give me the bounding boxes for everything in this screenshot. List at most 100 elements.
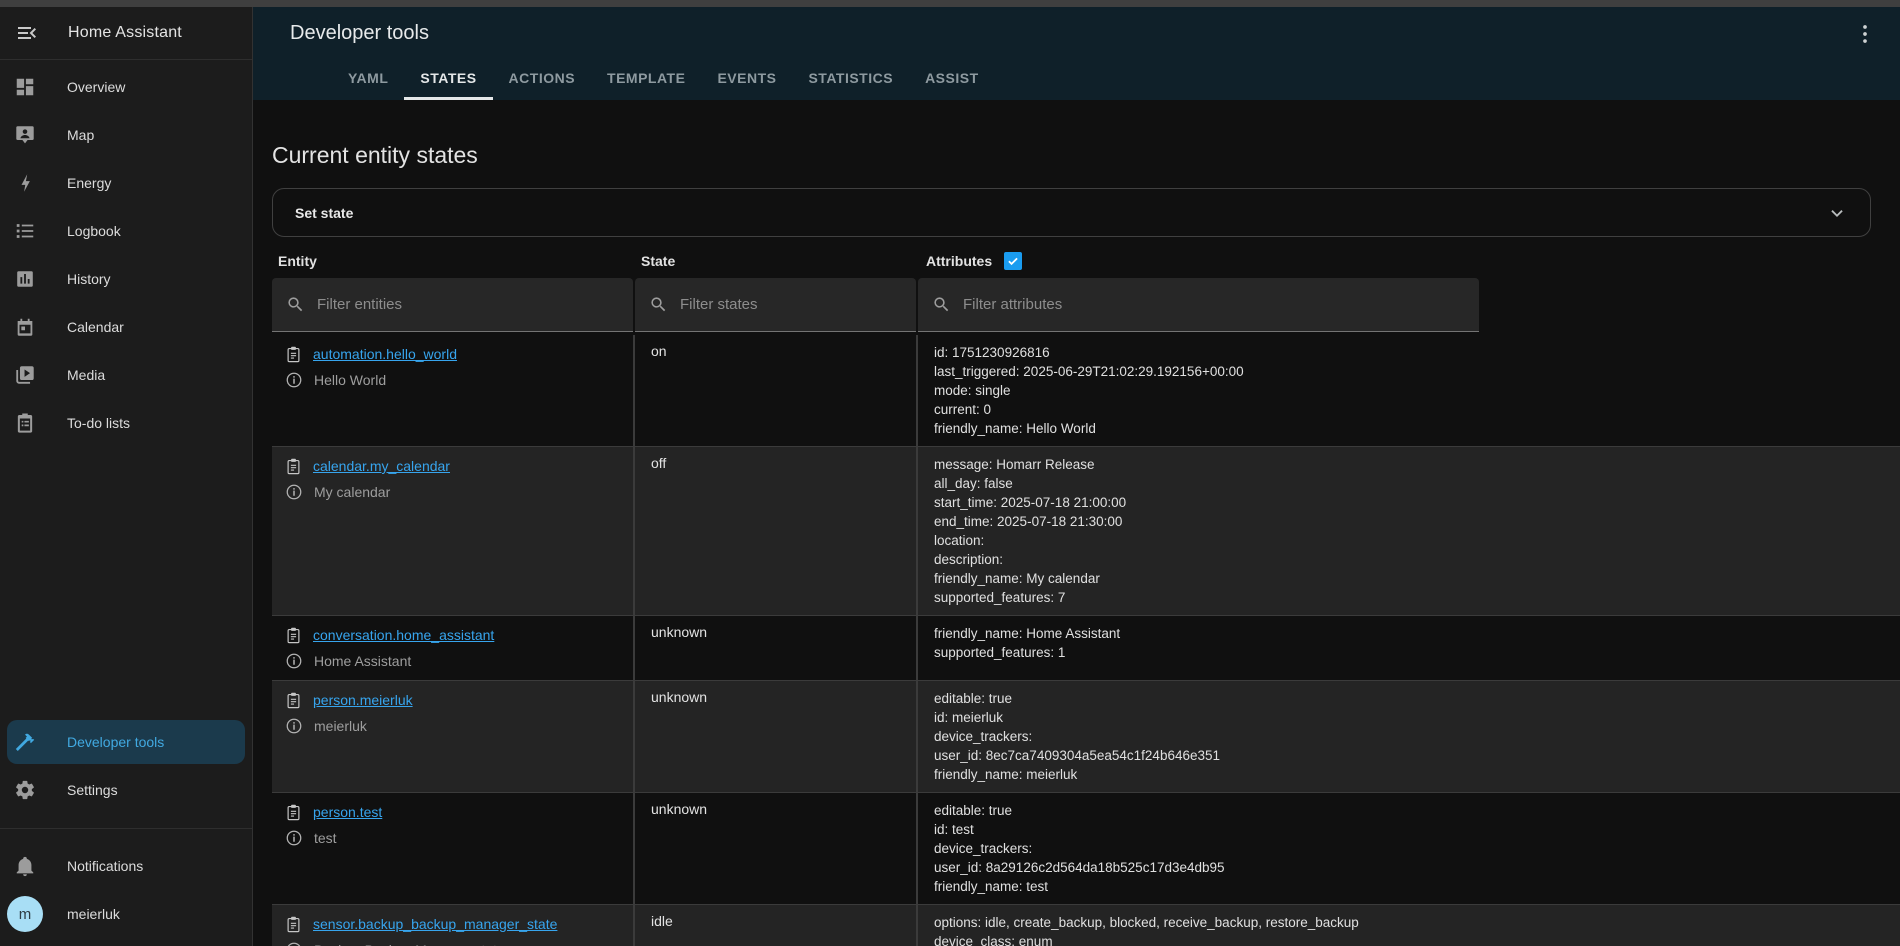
- copy-clipboard-icon[interactable]: [284, 803, 303, 822]
- hammer-icon: [14, 731, 36, 753]
- filter-attributes-input[interactable]: [963, 296, 1465, 313]
- info-icon[interactable]: [285, 371, 303, 389]
- sidebar-item-label: Logbook: [67, 223, 121, 239]
- sidebar-item-label: Notifications: [67, 858, 143, 874]
- section-heading: Current entity states: [272, 142, 1900, 169]
- entity-row-calendar-my-calendar: calendar.my_calendar My calendar off mes…: [272, 446, 1900, 615]
- sidebar-item-media[interactable]: Media: [0, 351, 252, 399]
- sidebar-tools: Developer tools Settings: [0, 720, 252, 814]
- sidebar-item-overview[interactable]: Overview: [0, 63, 252, 111]
- sidebar-item-developer-tools[interactable]: Developer tools: [7, 720, 245, 764]
- entity-state: off: [635, 447, 918, 615]
- menu-toggle-button[interactable]: [15, 21, 39, 45]
- tab-label: STATES: [420, 70, 476, 86]
- info-icon[interactable]: [285, 717, 303, 735]
- entity-id-link[interactable]: calendar.my_calendar: [313, 458, 450, 474]
- sidebar-item-label: History: [67, 271, 111, 287]
- chevron-down-icon: [1826, 202, 1848, 224]
- attribute-line: start_time: 2025-07-18 21:00:00: [934, 493, 1463, 512]
- entity-row-conversation-home-assistant: conversation.home_assistant Home Assista…: [272, 615, 1900, 680]
- main-content: Developer tools YAML STATES ACTIONS TEMP…: [253, 7, 1900, 946]
- cog-icon: [14, 779, 36, 801]
- sidebar-item-map[interactable]: Map: [0, 111, 252, 159]
- attribute-line: mode: single: [934, 381, 1463, 400]
- tab-assist[interactable]: ASSIST: [909, 58, 995, 100]
- attribute-line: device_trackers:: [934, 727, 1463, 746]
- tab-yaml[interactable]: YAML: [332, 58, 404, 100]
- attributes-checkbox[interactable]: [1004, 252, 1022, 270]
- copy-clipboard-icon[interactable]: [284, 457, 303, 476]
- attribute-line: location:: [934, 531, 1463, 550]
- copy-clipboard-icon[interactable]: [284, 345, 303, 364]
- set-state-expander[interactable]: Set state: [272, 188, 1871, 237]
- sidebar-item-history[interactable]: History: [0, 255, 252, 303]
- copy-clipboard-icon[interactable]: [284, 626, 303, 645]
- info-icon[interactable]: [285, 652, 303, 670]
- entity-attributes: editable: trueid: testdevice_trackers:us…: [918, 793, 1479, 904]
- table-header-row: Entity State Attributes: [272, 248, 1900, 274]
- sidebar-item-energy[interactable]: Energy: [0, 159, 252, 207]
- tab-states[interactable]: STATES: [404, 58, 492, 100]
- check-icon: [1006, 254, 1020, 268]
- sidebar-item-label: To-do lists: [67, 415, 130, 431]
- tab-bar: YAML STATES ACTIONS TEMPLATE EVENTS STAT…: [332, 58, 995, 100]
- entity-attributes: id: 1751230926816last_triggered: 2025-06…: [918, 335, 1479, 446]
- entity-id-link[interactable]: sensor.backup_backup_manager_state: [313, 916, 557, 932]
- sidebar-item-label: Media: [67, 367, 105, 383]
- entity-table-body: automation.hello_world Hello World on id…: [272, 335, 1900, 946]
- app: Home Assistant Overview Map Energy Logbo…: [0, 7, 1900, 946]
- attribute-line: description:: [934, 550, 1463, 569]
- info-icon[interactable]: [285, 483, 303, 501]
- sidebar-divider-bottom: [0, 828, 252, 829]
- attributes-label: Attributes: [926, 253, 992, 269]
- bell-icon: [14, 855, 36, 877]
- tab-statistics[interactable]: STATISTICS: [792, 58, 909, 100]
- sidebar-menu: Overview Map Energy Logbook History Cale…: [0, 60, 252, 447]
- attribute-line: editable: true: [934, 689, 1463, 708]
- sidebar-item-calendar[interactable]: Calendar: [0, 303, 252, 351]
- tab-events[interactable]: EVENTS: [701, 58, 792, 100]
- entity-id-link[interactable]: conversation.home_assistant: [313, 627, 494, 643]
- tab-label: EVENTS: [717, 70, 776, 86]
- info-icon[interactable]: [285, 941, 303, 946]
- filter-states-input[interactable]: [680, 296, 902, 313]
- entity-id-link[interactable]: person.meierluk: [313, 692, 413, 708]
- tab-template[interactable]: TEMPLATE: [591, 58, 701, 100]
- entity-state: unknown: [635, 793, 918, 904]
- entity-filter-field: [272, 278, 633, 332]
- overflow-menu-button[interactable]: [1852, 21, 1878, 47]
- attributes-filter-field: [918, 278, 1479, 332]
- attribute-line: last_triggered: 2025-06-29T21:02:29.1921…: [934, 362, 1463, 381]
- attribute-line: end_time: 2025-07-18 21:30:00: [934, 512, 1463, 531]
- menu-open-icon: [15, 21, 39, 45]
- tab-label: ASSIST: [925, 70, 979, 86]
- sidebar-item-todo-lists[interactable]: To-do lists: [0, 399, 252, 447]
- attribute-line: device_trackers:: [934, 839, 1463, 858]
- search-icon: [932, 295, 951, 314]
- sidebar-bottom: Developer tools Settings Notifications m…: [0, 720, 252, 946]
- entity-id-link[interactable]: person.test: [313, 804, 382, 820]
- tab-label: ACTIONS: [509, 70, 576, 86]
- attribute-line: editable: true: [934, 801, 1463, 820]
- entity-friendly-name: meierluk: [314, 718, 367, 734]
- entity-state: unknown: [635, 681, 918, 792]
- sidebar-item-logbook[interactable]: Logbook: [0, 207, 252, 255]
- attribute-line: supported_features: 7: [934, 588, 1463, 607]
- sidebar-item-label: Calendar: [67, 319, 124, 335]
- sidebar-item-label: Overview: [67, 79, 125, 95]
- filter-entities-input[interactable]: [317, 296, 619, 313]
- sidebar-item-notifications[interactable]: Notifications: [0, 842, 252, 890]
- map-account-icon: [14, 124, 36, 146]
- sidebar-item-settings[interactable]: Settings: [0, 766, 252, 814]
- sidebar-item-user-profile[interactable]: m meierluk: [0, 890, 252, 938]
- play-box-icon: [14, 364, 36, 386]
- attribute-line: friendly_name: Home Assistant: [934, 624, 1463, 643]
- attribute-line: friendly_name: meierluk: [934, 765, 1463, 784]
- entity-id-link[interactable]: automation.hello_world: [313, 346, 457, 362]
- tab-actions[interactable]: ACTIONS: [493, 58, 592, 100]
- entity-friendly-name: My calendar: [314, 484, 390, 500]
- copy-clipboard-icon[interactable]: [284, 915, 303, 934]
- copy-clipboard-icon[interactable]: [284, 691, 303, 710]
- app-header: Developer tools YAML STATES ACTIONS TEMP…: [253, 7, 1900, 100]
- info-icon[interactable]: [285, 829, 303, 847]
